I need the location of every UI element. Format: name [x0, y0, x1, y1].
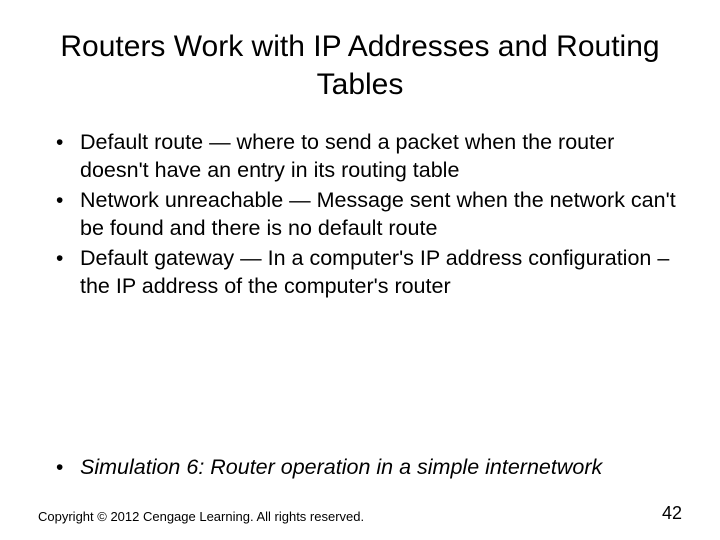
- simulation-block: Simulation 6: Router operation in a simp…: [38, 454, 682, 482]
- page-number: 42: [662, 503, 682, 524]
- slide-title: Routers Work with IP Addresses and Routi…: [38, 28, 682, 103]
- simulation-item: Simulation 6: Router operation in a simp…: [56, 454, 682, 482]
- list-item: Network unreachable — Message sent when …: [56, 187, 682, 243]
- bullet-list: Default route — where to send a packet w…: [38, 129, 682, 301]
- copyright-text: Copyright © 2012 Cengage Learning. All r…: [38, 509, 364, 524]
- list-item: Default route — where to send a packet w…: [56, 129, 682, 185]
- list-item: Default gateway — In a computer's IP add…: [56, 245, 682, 301]
- footer: Copyright © 2012 Cengage Learning. All r…: [38, 503, 682, 524]
